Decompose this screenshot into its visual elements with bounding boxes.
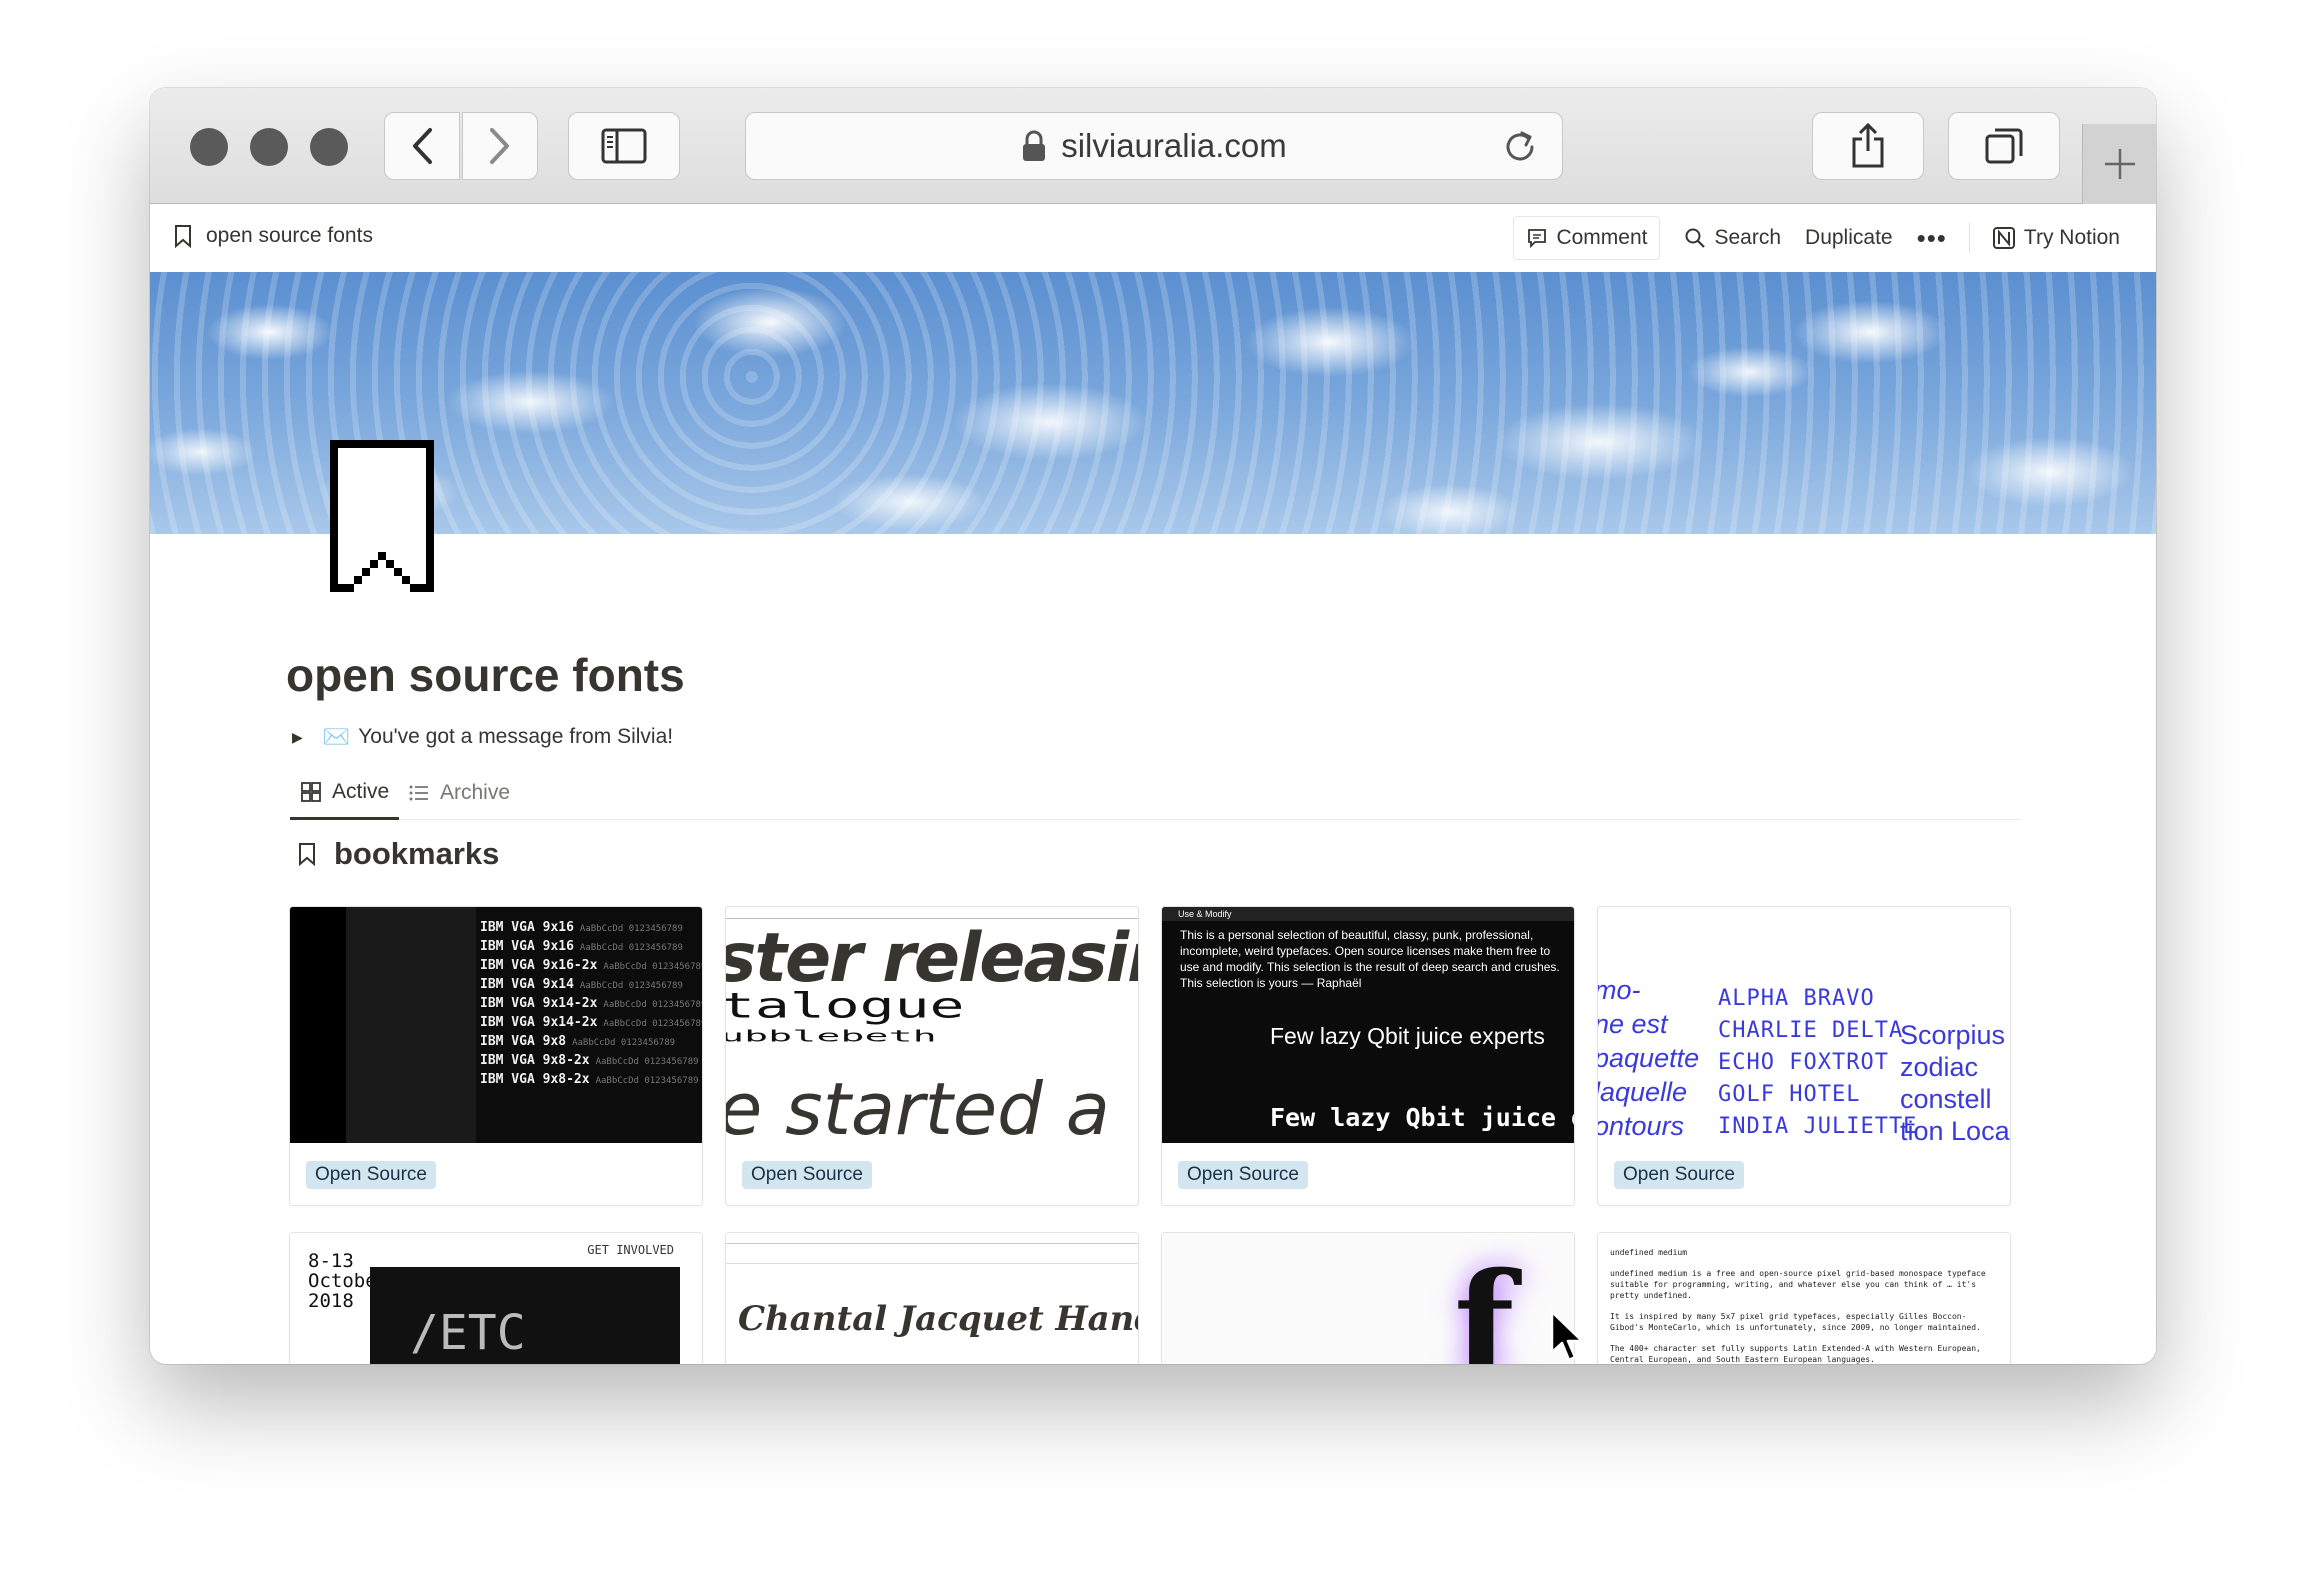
sidebar-toggle-button[interactable]: [568, 112, 680, 180]
lock-icon: [1021, 130, 1047, 162]
url-text: silviauralia.com: [1061, 127, 1287, 164]
preview-text: f: [1454, 1243, 1515, 1364]
comment-icon: [1528, 229, 1547, 249]
tag-badge: Open Source: [1614, 1161, 1744, 1189]
page-cover-image: [150, 272, 2156, 534]
minimize-window-button[interactable]: [250, 128, 288, 166]
search-button[interactable]: Search: [1672, 216, 1793, 260]
more-options-button[interactable]: •••: [1905, 216, 1959, 260]
mouse-cursor-icon: [1550, 1310, 1586, 1364]
tabs-overview-button[interactable]: [1948, 112, 2060, 180]
card-preview-image: ster releasing talogue ubblebeth e start…: [726, 907, 1138, 1143]
page-bookmark-icon: [330, 438, 434, 594]
card-preview-image: Chantal Jacquet Handwriting: [726, 1233, 1138, 1364]
card-preview-image: 8-13 October 2018 /ETC GET INVOLVED: [290, 1233, 702, 1364]
preview-lines: IBM VGA 9x16 AaBbCcDd 0123456789 IBM VGA …: [480, 920, 702, 1087]
view-tabs: Active Archive: [290, 766, 2020, 820]
preview-text: Use & Modify: [1162, 907, 1574, 921]
tab-active-label: Active: [332, 779, 390, 803]
address-bar[interactable]: silviauralia.com: [745, 112, 1563, 180]
bookmark-card[interactable]: ster releasing talogue ubblebeth e start…: [725, 906, 1139, 1206]
maximize-window-button[interactable]: [310, 128, 348, 166]
card-preview-image: IBM VGA 9x16 AaBbCcDd 0123456789 IBM VGA …: [290, 907, 702, 1143]
notion-logo-icon: [1992, 227, 2015, 249]
tag-badge: Open Source: [742, 1161, 872, 1189]
reload-icon[interactable]: [1500, 127, 1540, 172]
share-icon: [1852, 123, 1884, 168]
tag-badge: Open Source: [1178, 1161, 1308, 1189]
gallery-icon: [301, 781, 321, 802]
browser-window: silviauralia.com open source fonts Comme…: [150, 88, 2156, 1364]
bookmark-icon: [175, 225, 191, 248]
bookmark-icon: [299, 843, 315, 866]
preview-text: mo-ne est paquette laquelle ontours: [1598, 975, 1700, 1141]
more-icon: •••: [1916, 222, 1947, 253]
preview-text: e started a: [726, 1067, 1110, 1143]
message-toggle[interactable]: ▶ ✉️ You've got a message from Silvia!: [292, 724, 673, 750]
bookmark-card[interactable]: undefined medium undefined medium is a f…: [1597, 1232, 2011, 1364]
comment-label: Comment: [1556, 226, 1648, 249]
try-notion-label: Try Notion: [2023, 226, 2120, 249]
bookmark-card[interactable]: Use & Modify This is a personal selectio…: [1161, 906, 1575, 1206]
share-button[interactable]: [1812, 112, 1924, 180]
duplicate-button[interactable]: Duplicate: [1793, 216, 1905, 260]
bookmark-card[interactable]: IBM VGA 9x16 AaBbCcDd 0123456789 IBM VGA …: [289, 906, 703, 1206]
plus-icon: [2104, 149, 2135, 179]
toggle-text: You've got a message from Silvia!: [358, 725, 674, 748]
breadcrumb-label: open source fonts: [206, 224, 373, 247]
notion-topbar: open source fonts Comment Search Duplica…: [150, 204, 2156, 272]
back-button[interactable]: [384, 112, 460, 180]
preview-text: Scorpius zodiac constell tion Loca: [1900, 1020, 2010, 1143]
close-window-button[interactable]: [190, 128, 228, 166]
preview-text: ALPHA BRAVO CHARLIE DELTA ECHO FOXTROT GOLF…: [1718, 986, 1918, 1139]
bookmark-card[interactable]: mo-ne est paquette laquelle ontours ALPHA B…: [1597, 906, 2011, 1206]
comment-button[interactable]: Comment: [1513, 216, 1661, 260]
search-icon: [1685, 228, 1706, 248]
tabs-icon: [1985, 128, 2023, 164]
sidebar-icon: [601, 128, 647, 164]
chevron-right-icon: [490, 128, 509, 164]
tab-archive[interactable]: Archive: [398, 766, 520, 820]
breadcrumb[interactable]: open source fonts: [174, 224, 373, 248]
card-preview-image: Use & Modify This is a personal selectio…: [1162, 907, 1574, 1143]
preview-text: Few lazy Qbit juice expe: [1270, 1103, 1574, 1132]
card-preview-image: undefined medium undefined medium is a f…: [1598, 1233, 2010, 1364]
preview-text: Chantal Jacquet Handwriting: [738, 1299, 1138, 1339]
card-preview-image: f: [1162, 1233, 1574, 1364]
topbar-actions: Comment Search Duplicate ••• Try Notion: [1513, 216, 2132, 260]
preview-text: ubblebeth: [726, 1027, 937, 1046]
tab-archive-label: Archive: [440, 781, 511, 804]
toggle-triangle-icon[interactable]: ▶: [292, 729, 303, 746]
chevron-left-icon: [413, 128, 432, 164]
new-tab-button[interactable]: [2082, 124, 2156, 204]
preview-text: undefined medium undefined medium is a f…: [1610, 1248, 1986, 1364]
section-title: bookmarks: [334, 836, 500, 871]
bookmark-card[interactable]: f: [1161, 1232, 1575, 1364]
duplicate-label: Duplicate: [1805, 226, 1893, 249]
preview-text: Few lazy Qbit juice experts: [1270, 1023, 1545, 1049]
browser-toolbar: silviauralia.com: [150, 88, 2156, 204]
preview-text: This is a personal selection of beautifu…: [1180, 928, 1560, 990]
tab-active[interactable]: Active: [290, 766, 400, 820]
list-icon: [409, 785, 428, 801]
preview-text: /ETC: [410, 1305, 526, 1361]
bookmark-card[interactable]: Chantal Jacquet Handwriting: [725, 1232, 1139, 1364]
preview-text: talogue: [726, 985, 965, 1026]
envelope-icon: ✉️: [322, 724, 351, 749]
bookmark-card[interactable]: 8-13 October 2018 /ETC GET INVOLVED: [289, 1232, 703, 1364]
page-title[interactable]: open source fonts: [286, 648, 685, 702]
card-preview-image: mo-ne est paquette laquelle ontours ALPHA B…: [1598, 907, 2010, 1143]
preview-text: 8-13 October 2018: [308, 1250, 389, 1312]
divider: [1968, 223, 1970, 253]
try-notion-button[interactable]: Try Notion: [1980, 216, 2132, 260]
forward-button[interactable]: [462, 112, 538, 180]
search-label: Search: [1714, 226, 1782, 249]
preview-text: GET INVOLVED: [587, 1243, 674, 1257]
tag-badge: Open Source: [306, 1161, 436, 1189]
section-heading: bookmarks: [298, 836, 499, 872]
